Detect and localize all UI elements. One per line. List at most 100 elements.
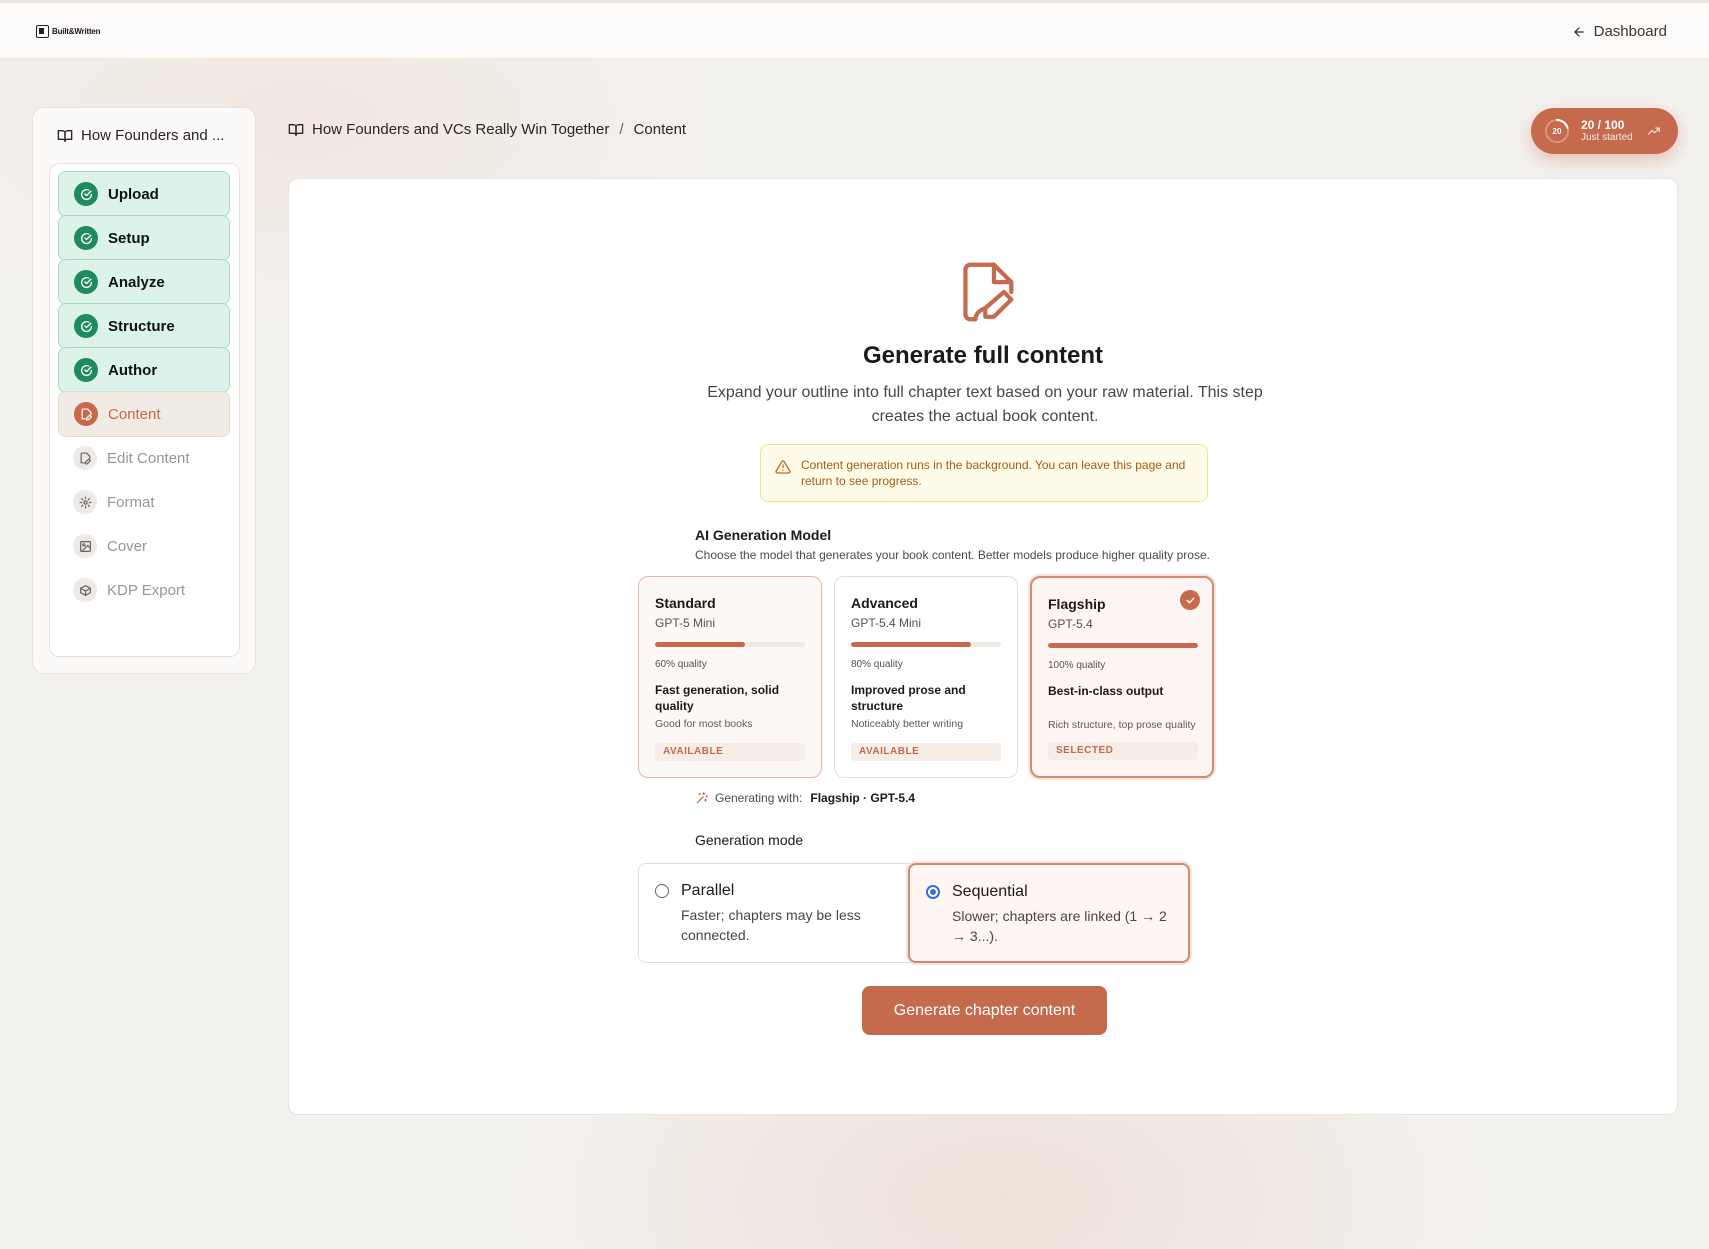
sidebar-item-format[interactable]: Format — [58, 479, 230, 525]
status-badge: AVAILABLE — [655, 743, 805, 761]
warning-icon — [775, 460, 791, 474]
sidebar-item-edit-content[interactable]: Edit Content — [58, 435, 230, 481]
check-circle-icon — [74, 358, 98, 382]
file-pen-icon — [74, 402, 98, 426]
quality-bar — [655, 642, 805, 647]
quality-label: 60% quality — [655, 659, 707, 670]
sidebar-item-label: Content — [108, 405, 161, 423]
check-circle-icon — [74, 182, 98, 206]
score-ring: 20 — [1543, 117, 1571, 145]
model-headline: Fast generation, solid quality — [655, 683, 780, 713]
model-id: GPT-5.4 Mini — [851, 616, 922, 630]
model-card-standard[interactable]: Standard GPT-5 Mini 60% quality Fast gen… — [638, 576, 822, 778]
file-pen-icon — [963, 262, 1014, 322]
model-detail: Noticeably better writing — [851, 718, 964, 730]
check-circle-icon — [74, 270, 98, 294]
logo-icon — [36, 25, 49, 38]
sidebar-item-label: Structure — [108, 317, 175, 335]
model-section-description: Choose the model that generates your boo… — [695, 548, 1210, 562]
sidebar-item-author[interactable]: Author — [58, 347, 230, 393]
content-generation-card: Generate full content Expand your outlin… — [288, 178, 1678, 1115]
mode-description: Faster; chapters may be less connected. — [681, 907, 861, 943]
sidebar-book-title: How Founders and ... — [57, 127, 224, 144]
model-name: Standard — [655, 595, 716, 611]
model-headline: Best-in-class output — [1048, 684, 1164, 698]
breadcrumb-current-page: Content — [633, 121, 687, 138]
page-title: Generate full content — [862, 342, 1104, 369]
radio-button[interactable] — [926, 885, 940, 899]
sidebar-item-content[interactable]: Content — [58, 391, 230, 437]
sidebar-item-setup[interactable]: Setup — [58, 215, 230, 261]
status-badge: AVAILABLE — [851, 743, 1001, 761]
sidebar-item-label: Author — [108, 361, 158, 379]
sidebar-item-label: Setup — [108, 229, 150, 247]
logo-text: Built&Written — [52, 27, 101, 36]
mode-option-parallel[interactable]: Parallel Faster; chapters may be less co… — [638, 863, 920, 963]
score-ring-value: 20 — [1552, 126, 1562, 136]
model-card-flagship[interactable]: Flagship GPT-5.4 100% quality Best-in-cl… — [1030, 576, 1214, 778]
sidebar-item-label: Analyze — [108, 273, 165, 291]
model-detail: Good for most books — [655, 718, 753, 730]
quality-label: 100% quality — [1048, 660, 1106, 671]
breadcrumb: How Founders and VCs Really Win Together… — [288, 121, 686, 138]
app-logo[interactable]: Built&Written — [36, 25, 101, 38]
page-subtitle: Expand your outline into full chapter te… — [707, 384, 1263, 425]
generating-with: Generating with: Flagship · GPT-5.4 — [695, 791, 915, 805]
sidebar-book-title-text: How Founders and ... — [81, 127, 225, 144]
sidebar-item-analyze[interactable]: Analyze — [58, 259, 230, 305]
mode-description: Slower; chapters are linked (1 → 2 → 3..… — [952, 908, 1167, 944]
sparkles-icon — [696, 792, 708, 804]
gear-icon — [73, 490, 97, 514]
generate-chapter-content-button[interactable]: Generate chapter content — [862, 986, 1107, 1035]
breadcrumb-separator: / — [619, 121, 624, 138]
dashboard-link[interactable]: Dashboard — [1572, 23, 1667, 40]
generating-with-value: Flagship · GPT-5.4 — [810, 791, 916, 805]
sidebar-item-kdp-export[interactable]: KDP Export — [58, 567, 230, 613]
mode-name: Sequential — [952, 883, 1028, 900]
book-open-icon — [57, 129, 73, 142]
file-pen-icon — [73, 446, 97, 470]
status-badge: SELECTED — [1048, 742, 1198, 760]
image-icon — [73, 534, 97, 558]
score-value: 20 / 100 — [1581, 118, 1625, 132]
score-status: Just started — [1581, 132, 1633, 143]
background-notice: Content generation runs in the backgroun… — [760, 444, 1208, 502]
sidebar-item-upload[interactable]: Upload — [58, 171, 230, 217]
book-open-icon — [288, 123, 304, 136]
mode-option-sequential[interactable]: Sequential Slower; chapters are linked (… — [908, 863, 1190, 963]
sidebar-item-label: Upload — [108, 185, 159, 203]
mode-section-title: Generation mode — [695, 832, 804, 848]
workflow-sidebar: How Founders and ... Upload Setup Analyz… — [32, 107, 256, 674]
sidebar-item-label: Format — [107, 493, 155, 511]
radio-button[interactable] — [655, 884, 669, 898]
check-circle-icon — [74, 226, 98, 250]
trending-up-icon — [1647, 127, 1660, 135]
selected-check-icon — [1180, 590, 1200, 610]
sidebar-item-label: KDP Export — [107, 581, 186, 599]
quality-bar — [851, 642, 1001, 647]
sidebar-item-label: Edit Content — [107, 449, 190, 467]
generating-with-label: Generating with: — [715, 791, 803, 805]
model-id: GPT-5.4 — [1048, 617, 1093, 631]
model-headline: Improved prose and structure — [851, 683, 966, 713]
arrow-left-icon — [1573, 26, 1584, 37]
model-section-title: AI Generation Model — [695, 527, 832, 543]
mode-name: Parallel — [681, 882, 735, 899]
sidebar-item-label: Cover — [107, 537, 148, 555]
model-id: GPT-5 Mini — [655, 616, 716, 630]
book-score-badge[interactable]: 20 20 / 100 Just started — [1531, 108, 1678, 154]
quality-bar — [1048, 643, 1198, 648]
dashboard-label: Dashboard — [1593, 23, 1667, 40]
breadcrumb-book[interactable]: How Founders and VCs Really Win Together — [312, 121, 609, 138]
model-name: Advanced — [851, 595, 918, 611]
package-icon — [73, 578, 97, 602]
model-name: Flagship — [1048, 596, 1106, 612]
quality-label: 80% quality — [851, 659, 903, 670]
sidebar-item-cover[interactable]: Cover — [58, 523, 230, 569]
notice-text: Content generation runs in the backgroun… — [801, 458, 1186, 488]
top-bar: Built&Written Dashboard — [0, 0, 1709, 59]
sidebar-item-structure[interactable]: Structure — [58, 303, 230, 349]
check-circle-icon — [74, 314, 98, 338]
model-card-advanced[interactable]: Advanced GPT-5.4 Mini 80% quality Improv… — [834, 576, 1018, 778]
step-list: Upload Setup Analyze Structure Author Co… — [49, 163, 240, 657]
